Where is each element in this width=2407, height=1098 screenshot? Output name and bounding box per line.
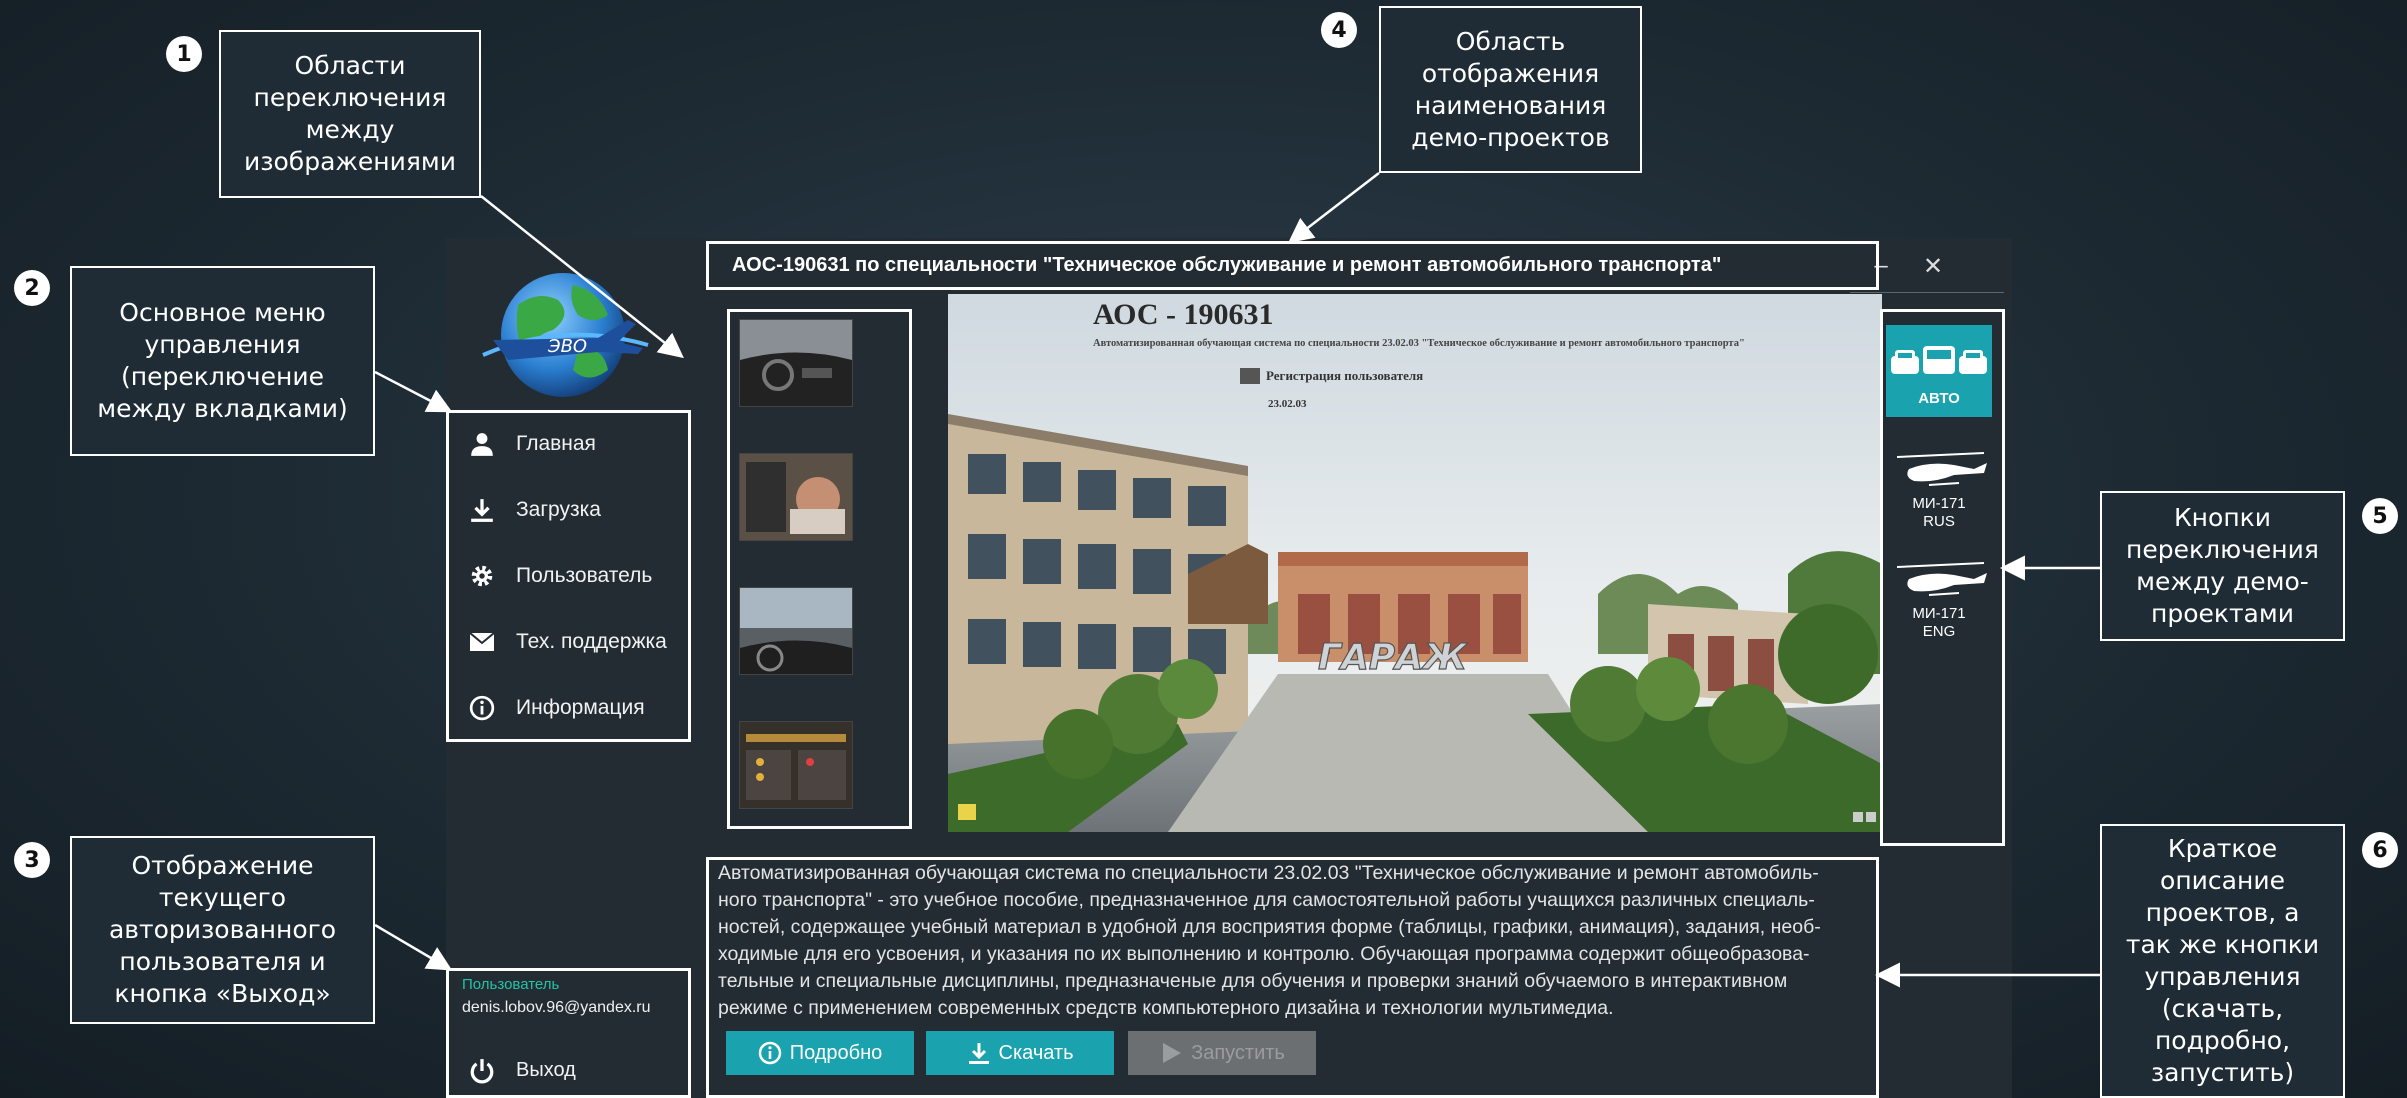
callout-connectors [374,172,2100,988]
